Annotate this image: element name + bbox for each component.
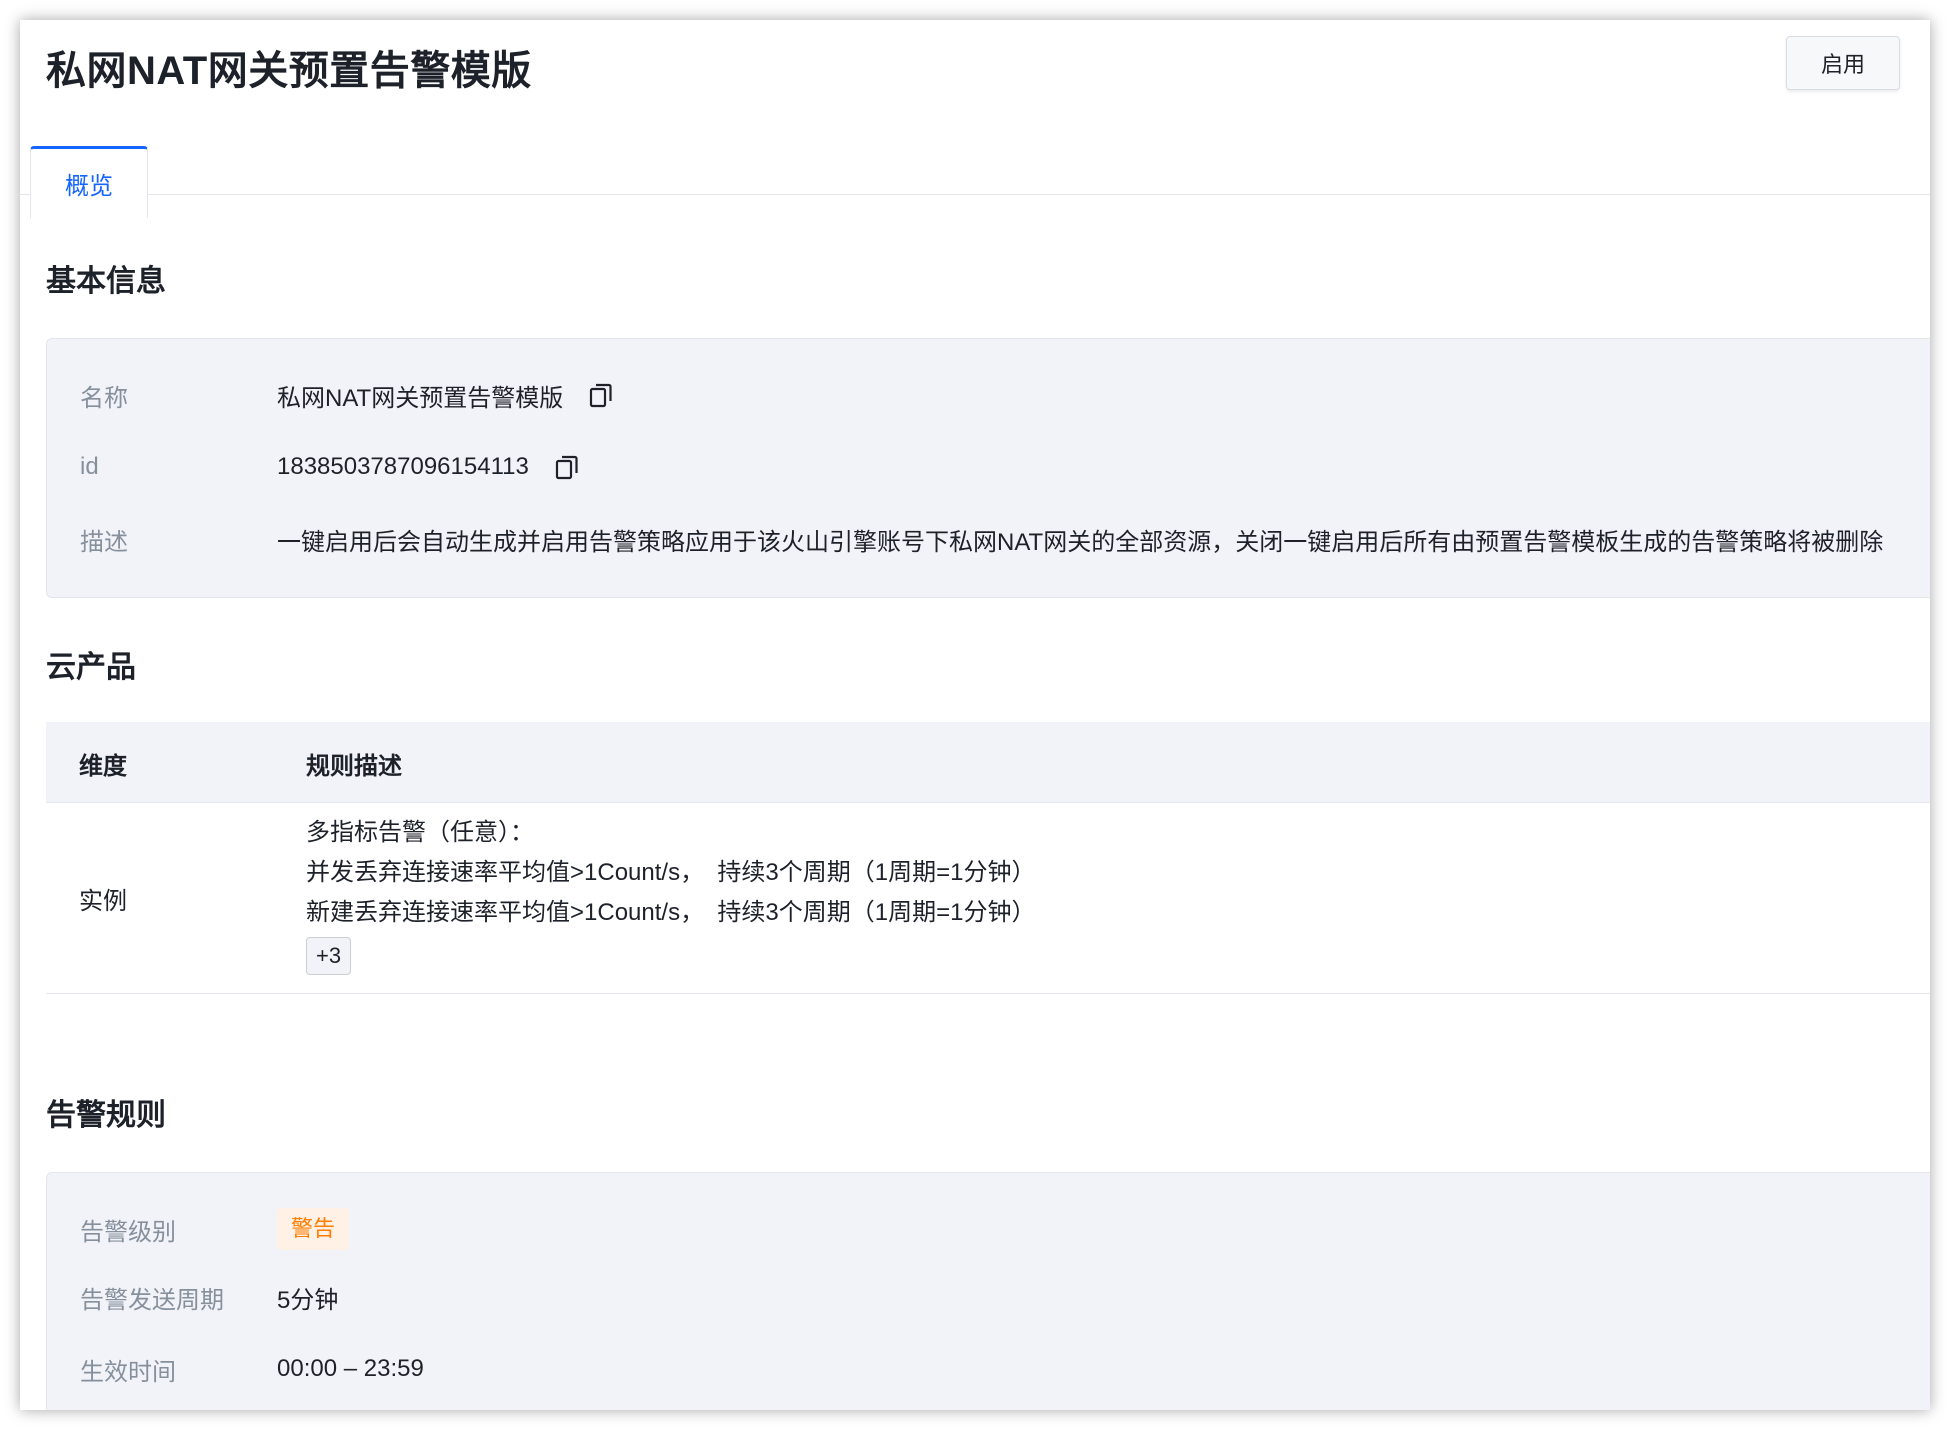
alert-level-label: 告警级别 bbox=[80, 1218, 176, 1246]
alert-period-label: 告警发送周期 bbox=[80, 1286, 224, 1314]
alert-level-value-wrap: 警告 bbox=[277, 1208, 350, 1250]
rule-heading: 多指标告警（任意）： bbox=[306, 819, 534, 846]
copy-icon[interactable] bbox=[555, 454, 579, 480]
alert-rules-title: 告警规则 bbox=[46, 1099, 166, 1132]
alert-rules-panel: 告警级别 警告 告警发送周期 5分钟 生效时间 00:00 – 23:59 bbox=[46, 1172, 1930, 1410]
cloud-product-title: 云产品 bbox=[46, 651, 136, 684]
table-row: 实例 多指标告警（任意）： 并发丢弃连接速率平均值>1Count/s， 持续3个… bbox=[46, 803, 1930, 994]
tab-bar: 概览 bbox=[20, 126, 1930, 218]
basic-info-title: 基本信息 bbox=[46, 265, 166, 298]
name-row: 名称 私网NAT网关预置告警模版 bbox=[47, 375, 1930, 415]
copy-icon[interactable] bbox=[589, 382, 613, 408]
id-label: id bbox=[80, 453, 99, 480]
description-value: 一键启用后会自动生成并启用告警策略应用于该火山引擎账号下私网NAT网关的全部资源… bbox=[277, 528, 1884, 556]
alert-period-value: 5分钟 bbox=[277, 1286, 339, 1314]
dimension-cell: 实例 bbox=[79, 888, 127, 915]
column-header-dimension: 维度 bbox=[79, 753, 127, 780]
rule-line: 并发丢弃连接速率平均值>1Count/s， 持续3个周期（1周期=1分钟） bbox=[306, 859, 1036, 886]
more-rules-tag[interactable]: +3 bbox=[306, 937, 352, 975]
column-header-rule-description: 规则描述 bbox=[306, 753, 402, 780]
name-label: 名称 bbox=[80, 384, 128, 412]
description-row: 描述 一键启用后会自动生成并启用告警策略应用于该火山引擎账号下私网NAT网关的全… bbox=[47, 519, 1930, 559]
name-value-wrap: 私网NAT网关预置告警模版 bbox=[277, 378, 613, 413]
id-value: 1838503787096154113 bbox=[277, 453, 529, 480]
tab-overview[interactable]: 概览 bbox=[30, 146, 148, 218]
alert-level-badge: 警告 bbox=[277, 1208, 350, 1250]
enable-button[interactable]: 启用 bbox=[1786, 36, 1900, 90]
name-value: 私网NAT网关预置告警模版 bbox=[277, 384, 564, 412]
table-header: 维度 规则描述 bbox=[46, 722, 1930, 803]
alert-period-row: 告警发送周期 5分钟 bbox=[47, 1277, 1930, 1317]
template-detail-window: 私网NAT网关预置告警模版 启用 概览 基本信息 名称 私网NAT网关预置告警模… bbox=[20, 20, 1930, 1410]
id-value-wrap: 1838503787096154113 bbox=[277, 453, 579, 481]
effective-time-row: 生效时间 00:00 – 23:59 bbox=[47, 1349, 1930, 1389]
rule-line: 新建丢弃连接速率平均值>1Count/s， 持续3个周期（1周期=1分钟） bbox=[306, 899, 1036, 926]
effective-time-label: 生效时间 bbox=[80, 1358, 176, 1386]
description-label: 描述 bbox=[80, 528, 128, 556]
effective-time-value: 00:00 – 23:59 bbox=[277, 1355, 424, 1382]
id-row: id 1838503787096154113 bbox=[47, 447, 1930, 487]
rule-description-cell: 多指标告警（任意）： 并发丢弃连接速率平均值>1Count/s， 持续3个周期（… bbox=[306, 813, 1035, 976]
basic-info-panel: 名称 私网NAT网关预置告警模版 id 1838503787096154113 … bbox=[46, 338, 1930, 598]
alert-level-row: 告警级别 警告 bbox=[47, 1207, 1930, 1251]
page-title: 私网NAT网关预置告警模版 bbox=[46, 49, 532, 93]
